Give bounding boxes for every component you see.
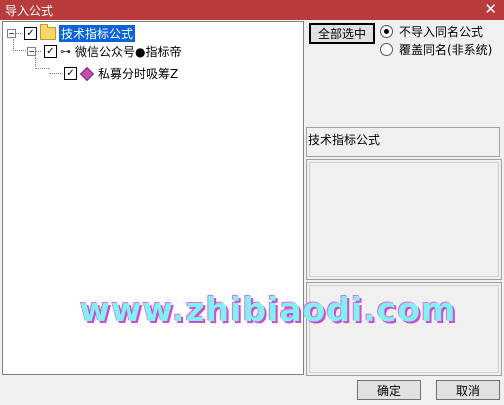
detail-panel xyxy=(306,282,502,376)
category-label-box: 技术指标公式 xyxy=(306,127,500,157)
tree-node-leaf[interactable]: ✓ 私募分时吸筹Z xyxy=(49,65,180,82)
ok-button[interactable]: 确定 xyxy=(357,380,421,400)
panel-inner xyxy=(309,285,499,373)
tree-node-label[interactable]: 微信公众号●指标帝 xyxy=(73,43,183,60)
option-label: 不导入同名公式 xyxy=(399,24,484,39)
category-label: 技术指标公式 xyxy=(308,133,381,147)
radio-skip-duplicates[interactable] xyxy=(380,24,393,38)
formula-tree[interactable]: − ✓ 技术指标公式 − ✓ ⊶ 微信公众号●指标帝 ✓ 私募分时吸筹Z xyxy=(2,21,304,375)
tree-node-child[interactable]: − ✓ ⊶ 微信公众号●指标帝 xyxy=(27,43,183,60)
tree-node-root[interactable]: − ✓ 技术指标公式 xyxy=(7,24,136,42)
option-overwrite[interactable]: 覆盖同名(非系统) xyxy=(380,41,492,57)
tree-node-label[interactable]: 私募分时吸筹Z xyxy=(96,65,180,82)
option-skip-duplicates[interactable]: 不导入同名公式 xyxy=(380,23,483,39)
child-checkbox[interactable]: ✓ xyxy=(44,45,57,58)
window-title: 导入公式 xyxy=(5,4,54,18)
collapse-icon[interactable]: − xyxy=(27,47,36,56)
radio-overwrite[interactable] xyxy=(380,42,393,56)
option-label: 覆盖同名(非系统) xyxy=(399,42,493,57)
tree-connector xyxy=(35,68,49,69)
tree-connector xyxy=(49,73,61,74)
key-icon: ⊶ xyxy=(60,45,71,58)
description-panel xyxy=(306,159,502,280)
tree-node-label[interactable]: 技术指标公式 xyxy=(59,25,136,42)
tree-connector xyxy=(36,51,41,52)
cancel-button[interactable]: 取消 xyxy=(436,380,500,400)
formula-icon xyxy=(79,66,95,81)
radio-selected-dot xyxy=(384,28,389,34)
close-icon[interactable]: ✕ xyxy=(484,0,497,18)
panel-inner xyxy=(309,162,499,277)
collapse-icon[interactable]: − xyxy=(7,29,16,38)
select-all-button[interactable]: 全部选中 xyxy=(309,23,375,44)
tree-connector xyxy=(16,33,21,34)
folder-icon xyxy=(40,24,56,40)
title-bar: 导入公式 ✕ xyxy=(0,0,504,20)
root-checkbox[interactable]: ✓ xyxy=(24,27,37,40)
leaf-checkbox[interactable]: ✓ xyxy=(64,67,77,80)
